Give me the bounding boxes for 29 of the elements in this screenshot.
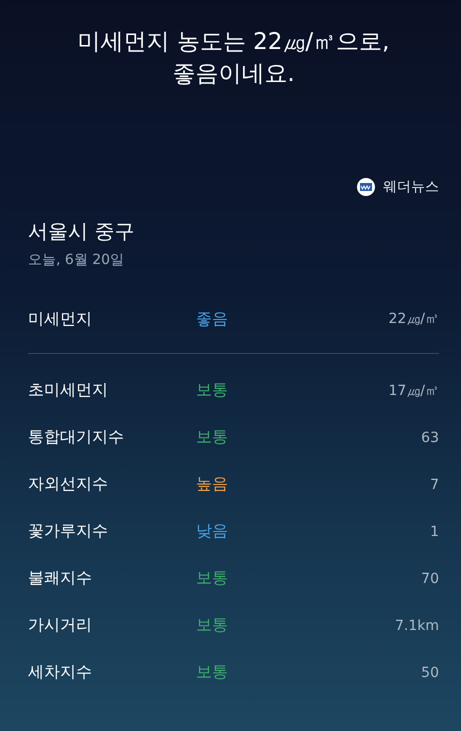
index-name: 가시거리 [28, 615, 93, 636]
index-value: 63 [421, 430, 439, 446]
index-name: 초미세먼지 [28, 380, 109, 401]
index-status: 낮음 [196, 521, 229, 542]
index-name: 불쾌지수 [28, 568, 93, 589]
index-status: 보통 [196, 380, 229, 401]
logo-icon [357, 178, 375, 196]
index-name: 미세먼지 [28, 308, 93, 330]
source-name: 웨더뉴스 [383, 178, 439, 196]
index-value: 7 [430, 476, 439, 492]
date-label: 오늘, 6월 20일 [28, 251, 126, 269]
index-status: 보통 [196, 615, 229, 636]
index-status: 보통 [196, 568, 229, 589]
index-status: 높음 [196, 474, 229, 495]
index-name: 꽃가루지수 [28, 521, 109, 542]
location-title: 서울시 중구 [28, 218, 136, 245]
index-name: 자외선지수 [28, 474, 109, 495]
index-name: 세차지수 [28, 662, 93, 683]
index-value: 17㎍/㎥ [388, 382, 439, 400]
index-value: 1 [430, 524, 439, 540]
index-value: 22㎍/㎥ [388, 310, 439, 328]
index-status: 보통 [196, 662, 229, 683]
index-value: 70 [421, 570, 439, 586]
index-name: 통합대기지수 [28, 427, 125, 448]
headline: 미세먼지 농도는 22㎍/㎥으로, 좋음이네요. [76, 28, 390, 89]
index-value: 7.1km [394, 618, 439, 634]
index-status: 보통 [196, 427, 229, 448]
index-value: 50 [421, 664, 439, 680]
index-status: 좋음 [196, 308, 229, 330]
